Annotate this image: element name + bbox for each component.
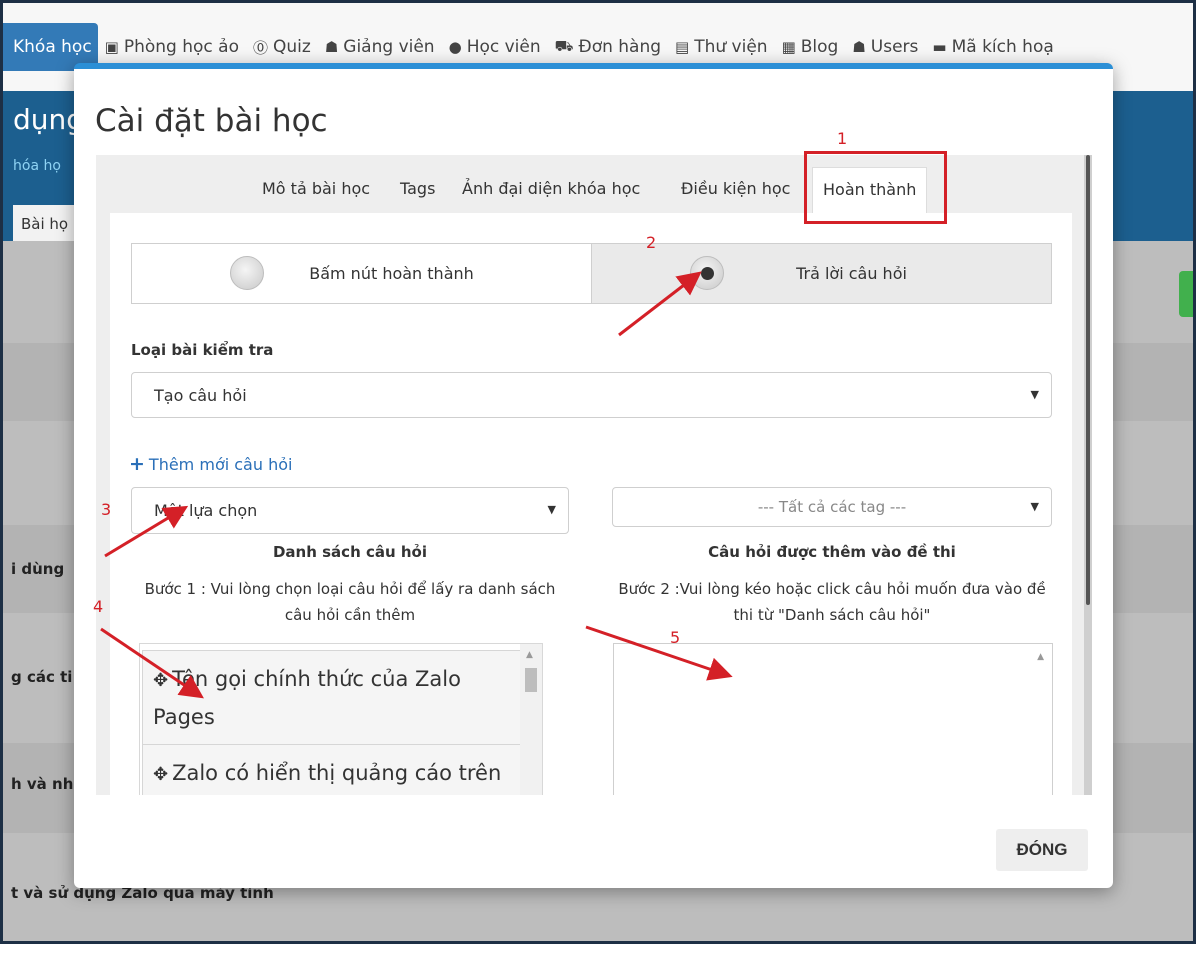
annotation-arrows [100,271,733,699]
annotation-arrow [100,627,204,699]
annotation-arrow [618,271,702,337]
annotation-arrow [104,505,189,558]
screenshot-frame: Khóa học ▣ Phòng học ảo ⓪ Quiz ☗ Giảng v… [0,0,1196,944]
annotation-arrow [585,625,733,681]
